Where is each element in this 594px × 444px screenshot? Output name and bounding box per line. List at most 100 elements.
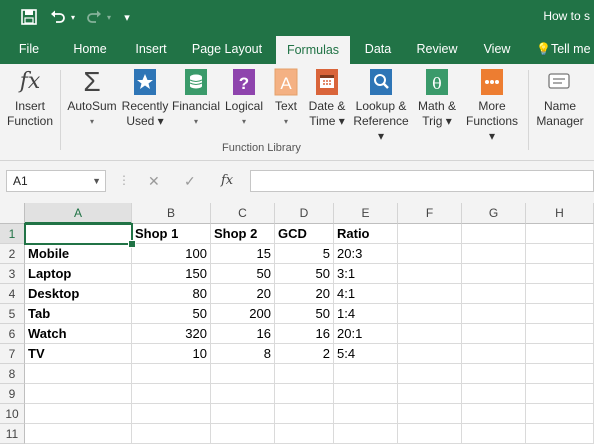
cell-g10[interactable] [462,404,526,424]
cell-c8[interactable] [211,364,275,384]
cell-b3[interactable]: 150 [132,264,211,284]
cell-g6[interactable] [462,324,526,344]
cell-e5[interactable]: 1:4 [334,304,398,324]
cell-d10[interactable] [275,404,334,424]
cell-b1[interactable]: Shop 1 [132,224,211,244]
column-header-f[interactable]: F [398,203,462,224]
cell-e9[interactable] [334,384,398,404]
more-functions-button[interactable]: More Functions ▾ [462,68,522,144]
cell-f8[interactable] [398,364,462,384]
lookup-reference-button[interactable]: Lookup & Reference ▾ [350,68,412,144]
cell-b10[interactable] [132,404,211,424]
cell-e3[interactable]: 3:1 [334,264,398,284]
cell-h1[interactable] [526,224,594,244]
date-time-button[interactable]: Date & Time ▾ [304,68,350,129]
redo-icon[interactable] [84,6,104,28]
cell-g1[interactable] [462,224,526,244]
cell-f4[interactable] [398,284,462,304]
undo-dropdown-icon[interactable]: ▾ [68,6,78,28]
cell-a3[interactable]: Laptop [25,264,132,284]
tab-review[interactable]: Review [410,34,464,64]
row-header-5[interactable]: 5 [0,304,25,324]
cell-c1[interactable]: Shop 2 [211,224,275,244]
column-header-h[interactable]: H [526,203,594,224]
cell-c9[interactable] [211,384,275,404]
text-functions-button[interactable]: A Text ▾ [268,68,304,129]
cell-d4[interactable]: 20 [275,284,334,304]
cell-h5[interactable] [526,304,594,324]
math-trig-button[interactable]: θ Math & Trig ▾ [412,68,462,129]
insert-function-icon[interactable]: fx [221,173,233,188]
cell-e11[interactable] [334,424,398,444]
tab-view[interactable]: View [476,34,518,64]
column-header-d[interactable]: D [275,203,334,224]
row-header-8[interactable]: 8 [0,364,25,384]
row-header-11[interactable]: 11 [0,424,25,444]
cell-a11[interactable] [25,424,132,444]
cell-a7[interactable]: TV [25,344,132,364]
undo-icon[interactable] [48,6,68,28]
tab-file[interactable]: File [8,34,50,64]
cell-g7[interactable] [462,344,526,364]
cell-e4[interactable]: 4:1 [334,284,398,304]
cell-g3[interactable] [462,264,526,284]
row-header-6[interactable]: 6 [0,324,25,344]
cell-a9[interactable] [25,384,132,404]
tab-home[interactable]: Home [66,34,114,64]
cell-a5[interactable]: Tab [25,304,132,324]
row-header-4[interactable]: 4 [0,284,25,304]
cell-c4[interactable]: 20 [211,284,275,304]
cell-a4[interactable]: Desktop [25,284,132,304]
row-header-10[interactable]: 10 [0,404,25,424]
tab-insert[interactable]: Insert [126,34,176,64]
cell-d7[interactable]: 2 [275,344,334,364]
cell-a2[interactable]: Mobile [25,244,132,264]
cell-h6[interactable] [526,324,594,344]
cell-d11[interactable] [275,424,334,444]
cancel-icon[interactable]: ✕ [148,173,160,190]
cell-e6[interactable]: 20:1 [334,324,398,344]
cell-h10[interactable] [526,404,594,424]
cell-c7[interactable]: 8 [211,344,275,364]
cell-f6[interactable] [398,324,462,344]
select-all-corner[interactable] [0,203,25,224]
cell-c3[interactable]: 50 [211,264,275,284]
cell-b8[interactable] [132,364,211,384]
column-header-g[interactable]: G [462,203,526,224]
fill-handle[interactable] [128,240,136,248]
redo-dropdown-icon[interactable]: ▾ [104,6,114,28]
cell-a8[interactable] [25,364,132,384]
cell-g4[interactable] [462,284,526,304]
cell-f9[interactable] [398,384,462,404]
name-box[interactable]: A1 ▼ [6,170,106,192]
cell-f7[interactable] [398,344,462,364]
cell-g9[interactable] [462,384,526,404]
column-header-a[interactable]: A [25,203,132,224]
cell-c10[interactable] [211,404,275,424]
cell-a10[interactable] [25,404,132,424]
cell-b6[interactable]: 320 [132,324,211,344]
cell-h2[interactable] [526,244,594,264]
cell-e8[interactable] [334,364,398,384]
cell-a6[interactable]: Watch [25,324,132,344]
cell-c2[interactable]: 15 [211,244,275,264]
cell-b2[interactable]: 100 [132,244,211,264]
tab-page-layout[interactable]: Page Layout [186,34,268,64]
financial-button[interactable]: Financial ▾ [170,68,222,129]
cell-f1[interactable] [398,224,462,244]
cell-d6[interactable]: 16 [275,324,334,344]
row-header-2[interactable]: 2 [0,244,25,264]
customize-qat-button[interactable]: ▾ [120,6,134,28]
cell-g2[interactable] [462,244,526,264]
cell-f2[interactable] [398,244,462,264]
formula-input[interactable] [250,170,594,192]
name-box-dropdown-icon[interactable]: ▼ [92,171,101,191]
row-header-3[interactable]: 3 [0,264,25,284]
cell-b9[interactable] [132,384,211,404]
cell-f5[interactable] [398,304,462,324]
cell-b5[interactable]: 50 [132,304,211,324]
cell-f10[interactable] [398,404,462,424]
cell-h3[interactable] [526,264,594,284]
cell-d2[interactable]: 5 [275,244,334,264]
autosum-button[interactable]: Σ AutoSum ▾ [64,68,120,129]
